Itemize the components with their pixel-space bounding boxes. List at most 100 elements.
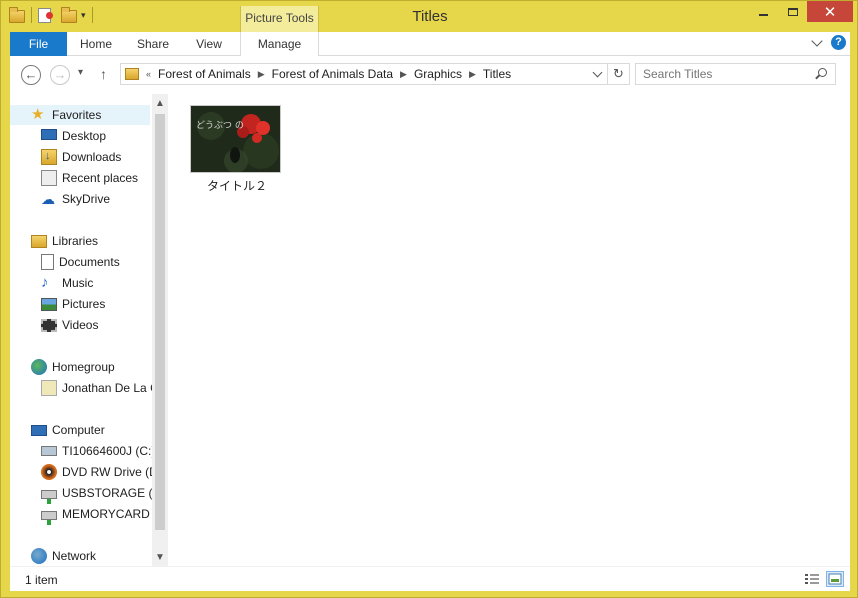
sidebar-item-label: Downloads — [62, 150, 122, 164]
sidebar-item-label: Libraries — [52, 234, 99, 248]
tab-home[interactable]: Home — [72, 32, 120, 56]
downloads-icon — [41, 149, 57, 165]
navigation-pane-scrollbar[interactable]: ▲ ▼ — [152, 94, 168, 566]
sidebar-item-computer[interactable]: Computer — [10, 420, 105, 440]
minimize-button[interactable] — [749, 1, 778, 22]
tab-file[interactable]: File — [10, 32, 67, 56]
documents-icon — [41, 254, 54, 270]
sidebar-item-downloads[interactable]: Downloads — [10, 147, 121, 167]
scroll-down-button[interactable]: ▼ — [152, 550, 168, 566]
details-view-icon — [805, 574, 819, 584]
sidebar-item-memorycard[interactable]: MEMORYCARD ( — [10, 504, 157, 525]
sidebar-item-ti10664600j-c[interactable]: TI10664600J (C:) — [10, 441, 155, 461]
sidebar-item-label: Jonathan De La C — [62, 381, 159, 395]
sidebar-item-label: Documents — [59, 255, 120, 269]
file-thumbnail: どうぶつ の — [190, 105, 281, 173]
forward-button[interactable]: → — [50, 65, 70, 85]
maximize-icon — [787, 7, 798, 16]
details-view-button[interactable] — [803, 571, 821, 587]
sidebar-item-label: Favorites — [52, 108, 102, 122]
skydrive-icon: ☁ — [41, 191, 55, 207]
recent-places-icon — [41, 170, 57, 186]
network-drive-icon — [41, 511, 57, 525]
sidebar-item-videos[interactable]: Videos — [10, 315, 98, 335]
file-name: タイトル２ — [206, 179, 267, 193]
sidebar-item-label: DVD RW Drive (D — [62, 465, 158, 479]
sidebar-item-skydrive[interactable]: ☁ SkyDrive — [10, 189, 110, 209]
sidebar-item-label: TI10664600J (C:) — [62, 444, 156, 458]
content-area: ★ Favorites Desktop Downloads Recent places ☁… — [10, 94, 850, 566]
computer-icon — [31, 424, 47, 436]
sidebar-item-documents[interactable]: Documents — [10, 252, 120, 272]
back-button[interactable]: ← — [21, 65, 41, 85]
libraries-icon — [31, 234, 47, 248]
breadcrumb-item[interactable]: Graphics — [414, 67, 462, 81]
network-drive-icon — [41, 490, 57, 504]
refresh-icon: ↻ — [613, 66, 624, 81]
up-button[interactable]: ↑ — [100, 66, 107, 82]
help-icon[interactable]: ? — [831, 35, 846, 50]
search-icon[interactable] — [818, 68, 827, 77]
close-button[interactable]: ✕ — [807, 1, 853, 22]
pictures-icon — [41, 297, 57, 311]
sidebar-item-favorites[interactable]: ★ Favorites — [10, 105, 150, 125]
address-dropdown-icon[interactable] — [592, 67, 603, 78]
breadcrumb-item[interactable]: Forest of Animals Data — [272, 67, 393, 81]
local-disk-icon — [41, 446, 57, 456]
scroll-thumb[interactable] — [155, 114, 165, 530]
dvd-drive-icon — [41, 464, 57, 480]
sidebar-item-libraries[interactable]: Libraries — [10, 231, 98, 251]
address-bar[interactable]: « Forest of Animals ▶ Forest of Animals … — [120, 63, 608, 85]
breadcrumb-chevron-icon[interactable]: ▶ — [258, 69, 265, 80]
window-title: Titles — [412, 8, 448, 25]
sidebar-item-label: Homegroup — [52, 360, 115, 374]
sidebar-item-label: Network — [52, 549, 97, 563]
sidebar-item-label: Recent places — [62, 171, 139, 185]
network-icon — [31, 548, 47, 564]
sidebar-item-label: Desktop — [62, 129, 107, 143]
scroll-up-button[interactable]: ▲ — [152, 96, 168, 112]
item-count: 1 item — [25, 573, 58, 587]
minimize-icon — [759, 13, 768, 16]
folder-icon — [125, 68, 139, 80]
sidebar-item-label: USBSTORAGE (\\ — [62, 486, 160, 500]
thumbnail-title-text: どうぶつ の — [196, 120, 244, 131]
sidebar-item-dvd-rw-drive-d[interactable]: DVD RW Drive (D — [10, 462, 158, 482]
breadcrumb-overflow[interactable]: « — [146, 69, 151, 79]
breadcrumb-item[interactable]: Titles — [483, 67, 511, 81]
tab-share[interactable]: Share — [130, 32, 176, 56]
sidebar-item-label: SkyDrive — [62, 192, 111, 206]
search-input[interactable] — [636, 64, 806, 84]
breadcrumb-chevron-icon[interactable]: ▶ — [400, 69, 407, 80]
sidebar-item-homegroup[interactable]: Homegroup — [10, 357, 115, 377]
recent-locations-button[interactable]: ▾ — [78, 67, 83, 78]
back-arrow-icon: ← — [24, 67, 38, 82]
sidebar-item-recent-places[interactable]: Recent places — [10, 168, 138, 188]
sidebar-item-music[interactable]: ♪ Music — [10, 273, 93, 293]
sidebar-item-desktop[interactable]: Desktop — [10, 126, 106, 146]
refresh-button[interactable]: ↻ — [608, 63, 630, 85]
file-list: どうぶつ の タイトル２ — [168, 94, 850, 566]
sidebar-item-pictures[interactable]: Pictures — [10, 294, 105, 314]
title-bar[interactable]: ▾ Picture Tools Titles ✕ — [1, 1, 858, 32]
user-icon — [41, 380, 57, 396]
status-bar: 1 item — [10, 566, 850, 591]
large-icons-view-button[interactable] — [826, 571, 844, 587]
tab-manage[interactable]: Manage — [240, 32, 319, 56]
sidebar-item-label: Computer — [52, 423, 105, 437]
tab-view[interactable]: View — [186, 32, 232, 56]
expand-ribbon-icon[interactable] — [811, 34, 823, 47]
music-icon: ♪ — [41, 274, 49, 291]
search-box[interactable] — [635, 63, 836, 85]
close-icon: ✕ — [823, 3, 837, 21]
sidebar-item-label: Music — [62, 276, 94, 290]
sidebar-item-jonathan-de-la-c[interactable]: Jonathan De La C — [10, 378, 159, 398]
maximize-button[interactable] — [778, 1, 807, 22]
breadcrumb-chevron-icon[interactable]: ▶ — [469, 69, 476, 80]
breadcrumb-item[interactable]: Forest of Animals — [158, 67, 251, 81]
sidebar-item-usbstorage[interactable]: USBSTORAGE (\\ — [10, 483, 160, 504]
sidebar-item-network[interactable]: Network — [10, 546, 96, 566]
file-item[interactable]: どうぶつ の タイトル２ — [190, 105, 284, 194]
sidebar-item-label: Pictures — [62, 297, 106, 311]
videos-icon — [41, 318, 57, 332]
